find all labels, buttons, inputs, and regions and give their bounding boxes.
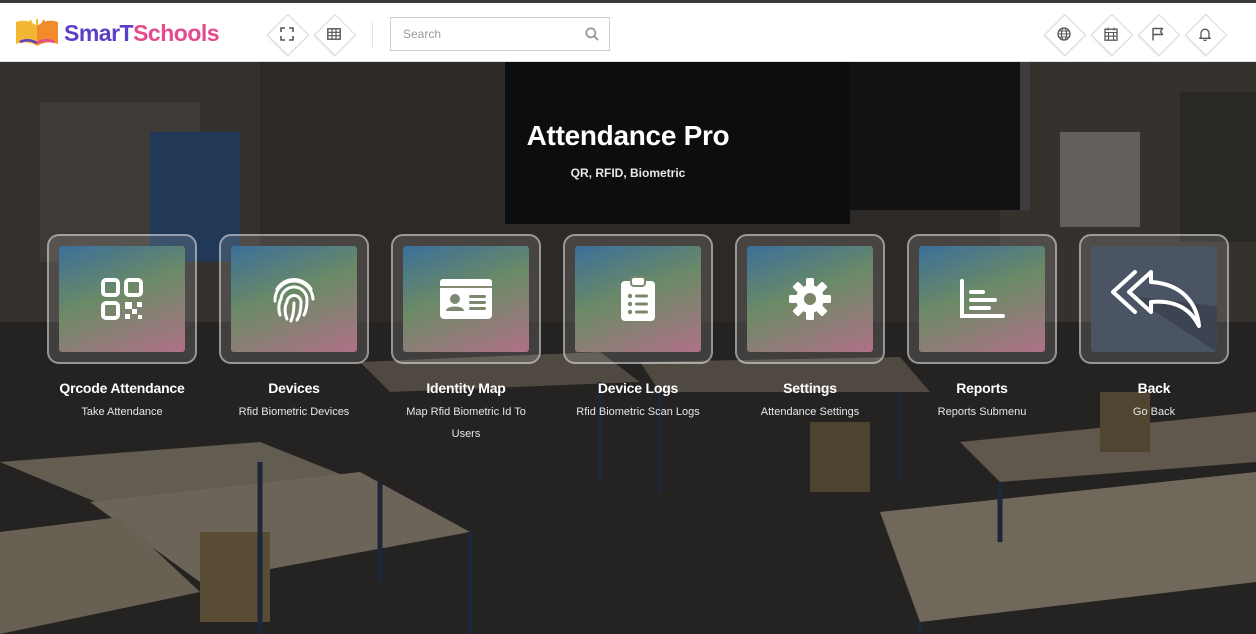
tile-description: Rfid Biometric Scan Logs xyxy=(576,406,700,418)
tile-frame xyxy=(907,234,1057,364)
page-subtitle: QR, RFID, Biometric xyxy=(570,166,686,180)
tile-frame xyxy=(391,234,541,364)
brand-name-part2: Schools xyxy=(133,19,220,46)
tile-device-logs[interactable]: Device Logs Rfid Biometric Scan Logs xyxy=(563,234,713,423)
tile-label: Reports xyxy=(956,380,1008,396)
id-card-icon xyxy=(440,279,492,319)
gear-icon xyxy=(789,278,831,320)
page-title: Attendance Pro xyxy=(526,120,730,151)
search-input[interactable] xyxy=(391,18,571,50)
flag-icon xyxy=(1152,27,1164,41)
tile-reports[interactable]: Reports Reports Submenu xyxy=(907,234,1057,423)
brand-name-part1: SmarT xyxy=(64,19,134,46)
tile-icon-box xyxy=(575,246,701,352)
tile-label: Qrcode Attendance xyxy=(59,380,185,396)
tile-description: Attendance Settings xyxy=(760,406,860,418)
globe-icon xyxy=(1057,27,1071,41)
tile-icon-box xyxy=(919,246,1045,352)
tile-label: Device Logs xyxy=(597,380,679,396)
apps-grid-button[interactable] xyxy=(312,12,356,56)
clipboard-list-icon xyxy=(621,276,655,321)
brand-name: SmarTSchools xyxy=(64,19,220,47)
tile-label: Settings xyxy=(783,380,837,396)
tile-identity-map[interactable]: Identity Map Map Rfid Biometric Id To Us… xyxy=(391,234,541,445)
tile-frame xyxy=(1079,234,1229,364)
language-button[interactable] xyxy=(1042,12,1086,56)
tile-label: Identity Map xyxy=(426,380,506,396)
tile-label: Devices xyxy=(268,380,320,396)
tile-settings[interactable]: Settings Attendance Settings xyxy=(735,234,885,423)
expand-icon xyxy=(280,27,294,41)
open-book-icon xyxy=(16,19,58,46)
flag-button[interactable] xyxy=(1136,12,1180,56)
top-navbar: SmarTSchools xyxy=(0,0,1256,62)
tile-description: Reports Submenu xyxy=(937,406,1027,418)
tile-icon-box xyxy=(403,246,529,352)
bell-icon xyxy=(1199,28,1211,41)
notifications-button[interactable] xyxy=(1183,12,1227,56)
tile-frame xyxy=(563,234,713,364)
grid-icon xyxy=(327,28,341,40)
tile-icon-box xyxy=(1091,246,1217,352)
fullscreen-button[interactable] xyxy=(265,12,309,56)
search-box xyxy=(390,17,610,51)
tile-description: Map Rfid Biometric Id To Users xyxy=(406,406,526,440)
tile-devices[interactable]: Devices Rfid Biometric Devices xyxy=(219,234,369,423)
reply-all-icon xyxy=(1111,270,1217,352)
tile-qrcode-attendance[interactable]: Qrcode Attendance Take Attendance xyxy=(47,234,197,423)
tile-description: Take Attendance xyxy=(81,406,163,418)
hero-section: Attendance Pro QR, RFID, Biometric Qrcod… xyxy=(0,62,1256,634)
calendar-icon xyxy=(1104,27,1118,41)
tile-icon-box xyxy=(59,246,185,352)
tile-icon-box xyxy=(747,246,873,352)
tile-frame xyxy=(219,234,369,364)
tile-description: Rfid Biometric Devices xyxy=(238,406,350,418)
calendar-button[interactable] xyxy=(1089,12,1133,56)
tile-frame xyxy=(47,234,197,364)
bar-chart-icon xyxy=(960,279,1005,318)
brand-logo[interactable]: SmarTSchools xyxy=(12,13,220,53)
toolbar-divider xyxy=(372,21,373,47)
tile-back[interactable]: Back Go Back xyxy=(1079,234,1229,423)
tile-icon-box xyxy=(231,246,357,352)
search-icon[interactable] xyxy=(585,27,599,41)
fingerprint-icon xyxy=(273,278,315,323)
tile-description: Go Back xyxy=(1132,406,1176,418)
tile-label: Back xyxy=(1137,380,1171,396)
qrcode-icon xyxy=(101,278,143,320)
tile-frame xyxy=(735,234,885,364)
